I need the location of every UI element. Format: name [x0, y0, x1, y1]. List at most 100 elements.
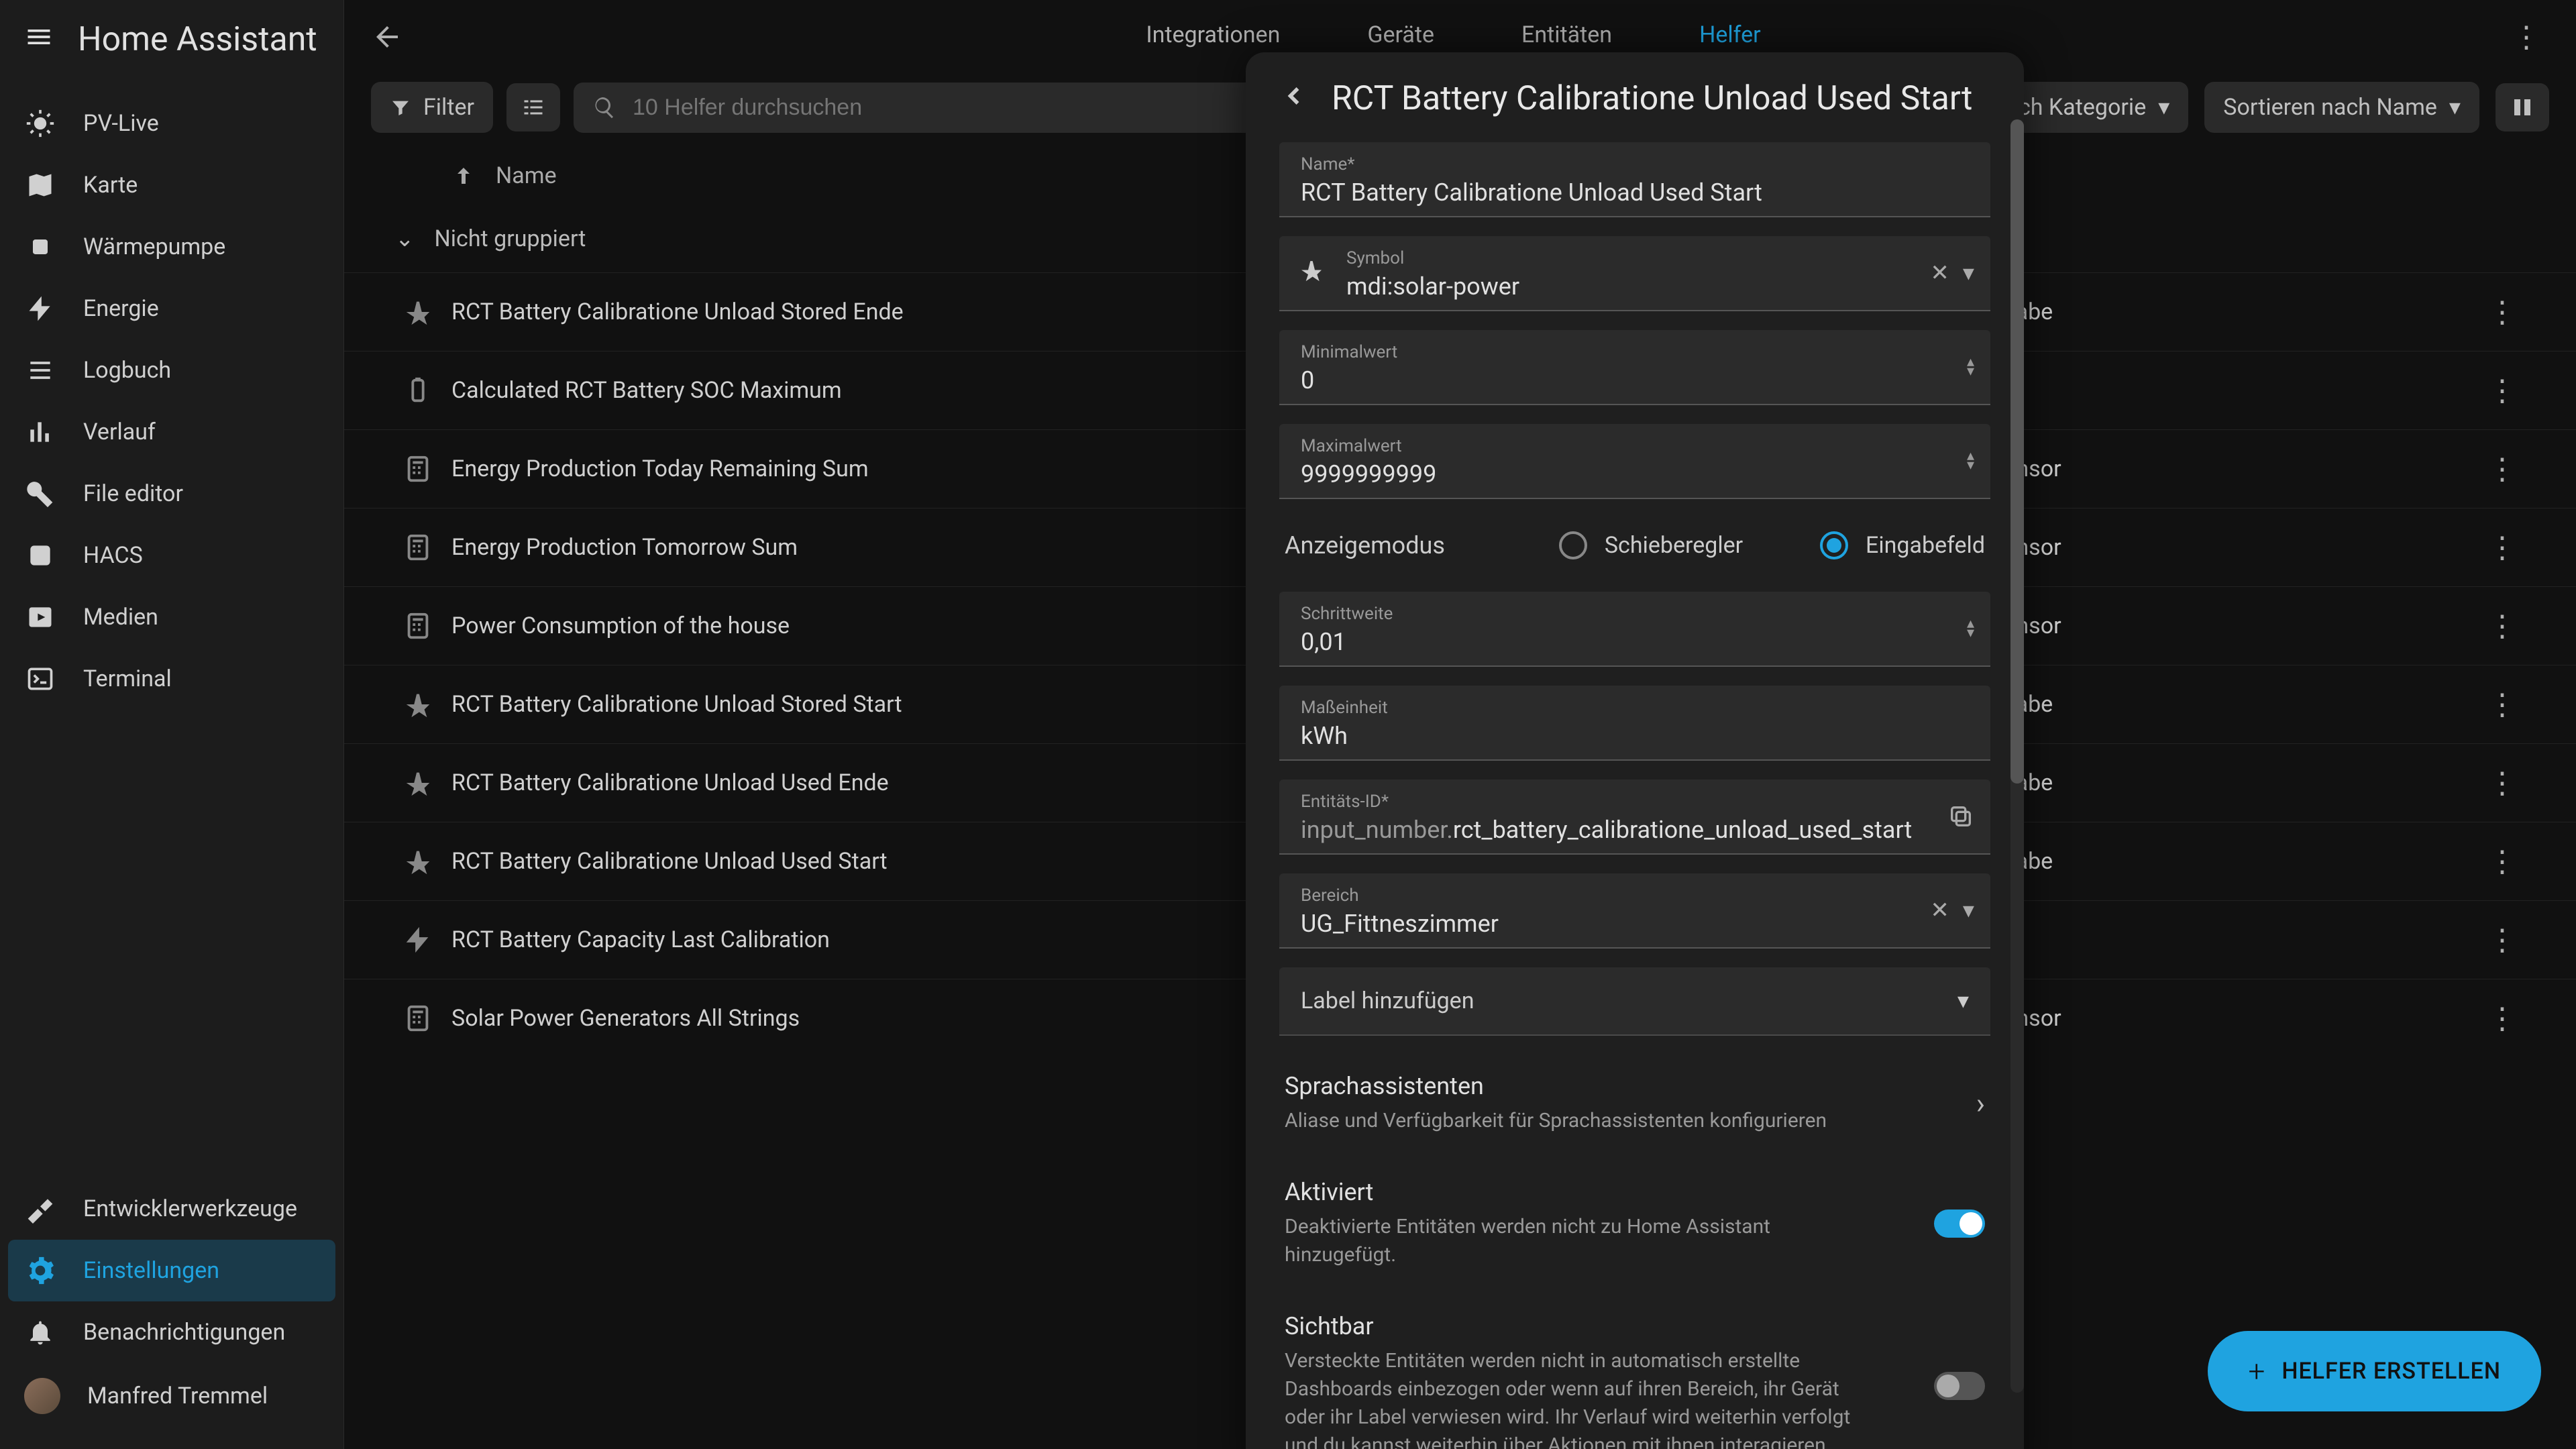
field-label: Maßeinheit [1301, 698, 1969, 718]
symbol-field[interactable]: Symbol mdi:solar-power ✕ ▾ [1279, 236, 1990, 311]
menu-icon[interactable] [24, 22, 54, 58]
enabled-toggle[interactable] [1934, 1210, 1985, 1238]
sidebar-item-fileeditor[interactable]: File editor [0, 463, 343, 525]
visible-title: Sichtbar [1285, 1312, 1934, 1340]
row-overflow-menu[interactable]: ⋮ [2469, 1001, 2536, 1036]
sidebar-item-label: File editor [83, 480, 183, 507]
max-field[interactable]: Maximalwert 9999999999 ▴▾ [1279, 424, 1990, 499]
row-overflow-menu[interactable]: ⋮ [2469, 765, 2536, 800]
hammer-icon [24, 1193, 56, 1225]
step-field[interactable]: Schrittweite 0,01 ▴▾ [1279, 592, 1990, 667]
filter-label: Filter [423, 94, 474, 121]
row-overflow-menu[interactable]: ⋮ [2469, 294, 2536, 329]
row-icon [384, 375, 451, 406]
unit-field[interactable]: Maßeinheit kWh [1279, 686, 1990, 761]
chevron-down-icon[interactable]: ▾ [1963, 897, 1974, 924]
filter-icon [390, 97, 411, 118]
create-helper-button[interactable]: + HELFER ERSTELLEN [2208, 1331, 2541, 1411]
sidebar-item-user[interactable]: Manfred Tremmel [0, 1363, 343, 1429]
sidebar-item-notifications[interactable]: Benachrichtigungen [0, 1301, 343, 1363]
chart-icon [24, 416, 56, 448]
voice-assistants-row[interactable]: Sprachassistenten Aliase und Verfügbarke… [1279, 1055, 1990, 1142]
app-title: Home Assistant [78, 20, 317, 59]
entity-prefix: input_number. [1301, 816, 1453, 844]
spinner-icon[interactable]: ▴▾ [1967, 451, 1974, 470]
sidebar-item-label: Benachrichtigungen [83, 1319, 285, 1346]
unit-value: kWh [1301, 722, 1348, 750]
dialog-back-button[interactable] [1279, 81, 1309, 117]
sidebar-item-energie[interactable]: Energie [0, 278, 343, 339]
filter-button[interactable]: Filter [371, 82, 493, 133]
field-label: Name* [1301, 154, 1969, 174]
multiselect-button[interactable] [506, 83, 560, 131]
field-label: Bereich [1301, 885, 1969, 906]
clear-icon[interactable]: ✕ [1930, 897, 1949, 924]
hacs-icon [24, 539, 56, 572]
terminal-icon [24, 663, 56, 695]
enabled-sub: Deaktivierte Entitäten werden nicht zu H… [1285, 1213, 1875, 1269]
list-icon [24, 354, 56, 386]
visible-toggle[interactable] [1934, 1372, 1985, 1400]
row-icon [384, 297, 451, 327]
customize-columns-button[interactable] [2496, 83, 2549, 131]
back-button[interactable] [371, 21, 403, 53]
sidebar-item-verlauf[interactable]: Verlauf [0, 401, 343, 463]
sidebar-item-label: Medien [83, 604, 158, 631]
sidebar-item-logbuch[interactable]: Logbuch [0, 339, 343, 401]
name-value: RCT Battery Calibratione Unload Used Sta… [1301, 178, 1762, 207]
field-label: Maximalwert [1301, 436, 1969, 456]
sort-by-button[interactable]: Sortieren nach Name ▾ [2204, 82, 2479, 133]
spinner-icon[interactable]: ▴▾ [1967, 619, 1974, 638]
sidebar-item-label: Manfred Tremmel [87, 1383, 268, 1409]
min-field[interactable]: Minimalwert 0 ▴▾ [1279, 330, 1990, 405]
row-overflow-menu[interactable]: ⋮ [2469, 608, 2536, 643]
row-overflow-menu[interactable]: ⋮ [2469, 373, 2536, 408]
radio-slider[interactable]: Schieberegler [1540, 531, 1762, 559]
min-value: 0 [1301, 366, 1314, 394]
area-field[interactable]: Bereich UG_Fittneszimmer ✕ ▾ [1279, 873, 1990, 949]
sidebar-item-developer[interactable]: Entwicklerwerkzeuge [0, 1178, 343, 1240]
radio-icon [1559, 531, 1587, 559]
clear-icon[interactable]: ✕ [1930, 260, 1949, 286]
entity-id-field[interactable]: Entitäts-ID* input_number.rct_battery_ca… [1279, 780, 1990, 855]
sort-asc-icon[interactable] [451, 164, 476, 188]
sidebar-item-settings[interactable]: Einstellungen [8, 1240, 335, 1301]
row-name: Energy Production Today Remaining Sum [451, 455, 1382, 482]
sidebar-item-waermepumpe[interactable]: Wärmepumpe [0, 216, 343, 278]
radio-input[interactable]: Eingabefeld [1762, 531, 1985, 559]
copy-button[interactable] [1947, 803, 1974, 830]
display-mode-label: Anzeigemodus [1285, 531, 1540, 559]
sidebar-item-karte[interactable]: Karte [0, 154, 343, 216]
name-field[interactable]: Name* RCT Battery Calibratione Unload Us… [1279, 142, 1990, 217]
max-value: 9999999999 [1301, 460, 1436, 488]
overflow-menu[interactable]: ⋮ [2504, 19, 2549, 54]
row-icon [384, 924, 451, 955]
radio-label: Eingabefeld [1866, 532, 1985, 559]
sidebar-item-medien[interactable]: Medien [0, 586, 343, 648]
chevron-down-icon[interactable]: ▾ [1963, 260, 1974, 286]
chevron-right-icon: › [1976, 1086, 1985, 1121]
main: Integrationen Geräte Entitäten Helfer ⋮ … [344, 0, 2576, 1449]
scrollbar-thumb[interactable] [2010, 119, 2024, 784]
solar-icon [1298, 257, 1325, 290]
row-name: RCT Battery Calibratione Unload Used Sta… [451, 848, 1382, 875]
row-overflow-menu[interactable]: ⋮ [2469, 530, 2536, 565]
row-overflow-menu[interactable]: ⋮ [2469, 451, 2536, 486]
edit-dialog: RCT Battery Calibratione Unload Used Sta… [1246, 52, 2024, 1449]
row-overflow-menu[interactable]: ⋮ [2469, 687, 2536, 722]
radio-label: Schieberegler [1605, 532, 1743, 559]
enabled-row: Aktiviert Deaktivierte Entitäten werden … [1279, 1161, 1990, 1276]
flash-icon [24, 292, 56, 325]
sidebar-item-hacs[interactable]: HACS [0, 525, 343, 586]
row-icon [384, 610, 451, 641]
row-icon [384, 1003, 451, 1034]
add-label-dropdown[interactable]: Label hinzufügen ▾ [1279, 967, 1990, 1036]
row-name: Calculated RCT Battery SOC Maximum [451, 377, 1382, 404]
row-overflow-menu[interactable]: ⋮ [2469, 922, 2536, 957]
sidebar-item-pvlive[interactable]: PV-Live [0, 93, 343, 154]
column-name[interactable]: Name [496, 162, 557, 189]
step-value: 0,01 [1301, 628, 1346, 656]
row-overflow-menu[interactable]: ⋮ [2469, 844, 2536, 879]
sidebar-item-terminal[interactable]: Terminal [0, 648, 343, 710]
spinner-icon[interactable]: ▴▾ [1967, 358, 1974, 376]
